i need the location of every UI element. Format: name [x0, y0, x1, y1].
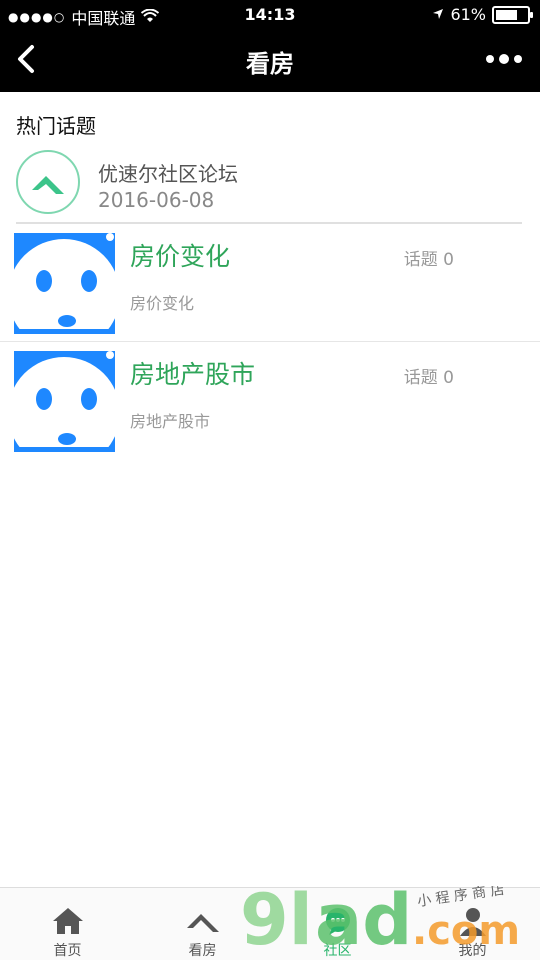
- topic-item[interactable]: 房地产股市 话题 0 房地产股市: [0, 343, 540, 469]
- topic-count: 话题 0: [403, 368, 454, 388]
- tab-home[interactable]: 首页: [0, 888, 135, 960]
- status-bar: ●●●●○ 中国联通 14:13 61%: [0, 0, 540, 30]
- location-arrow-icon: [432, 5, 444, 24]
- navigation-bar: 看房: [0, 30, 540, 92]
- divider: [0, 341, 540, 342]
- topic-subtitle: 房价变化: [130, 294, 195, 313]
- topic-title: 房价变化: [130, 242, 231, 271]
- topic-title: 房地产股市: [130, 360, 256, 389]
- more-button[interactable]: [486, 54, 522, 64]
- tab-community[interactable]: 社区: [270, 888, 405, 960]
- forum-logo: [16, 150, 80, 214]
- home-icon: [52, 908, 83, 934]
- more-dot-icon: [486, 55, 494, 63]
- tab-label: 首页: [53, 943, 82, 959]
- tab-label: 我的: [458, 943, 487, 959]
- roof-icon: [32, 176, 64, 194]
- face-icon: [8, 351, 120, 469]
- battery-percent: 61%: [450, 5, 486, 24]
- forum-name: 优速尔社区论坛: [98, 162, 238, 186]
- topic-thumbnail: [8, 351, 120, 469]
- forum-header[interactable]: 优速尔社区论坛 2016-06-08: [16, 150, 524, 222]
- forum-date: 2016-06-08: [98, 188, 215, 212]
- more-dot-icon: [499, 54, 509, 64]
- chat-bubble-icon: [325, 908, 350, 935]
- status-right: 61%: [432, 5, 533, 24]
- more-dot-icon: [514, 55, 522, 63]
- topic-item[interactable]: 房价变化 话题 0 房价变化: [0, 225, 540, 351]
- section-title: 热门话题: [16, 114, 96, 138]
- tab-house-viewing[interactable]: 看房: [135, 888, 270, 960]
- face-icon: [8, 233, 120, 351]
- topic-subtitle: 房地产股市: [130, 412, 211, 431]
- topic-thumbnail: [8, 233, 120, 351]
- person-icon: [459, 908, 486, 936]
- topic-count: 话题 0: [403, 250, 454, 270]
- tab-bar: 首页 看房 社区 我的: [0, 887, 540, 960]
- tab-label: 社区: [323, 943, 352, 959]
- roof-icon: [186, 914, 219, 932]
- divider: [16, 222, 522, 224]
- tab-label: 看房: [188, 943, 217, 959]
- battery-icon: [492, 5, 533, 24]
- tab-profile[interactable]: 我的: [405, 888, 540, 960]
- page-title: 看房: [246, 50, 294, 78]
